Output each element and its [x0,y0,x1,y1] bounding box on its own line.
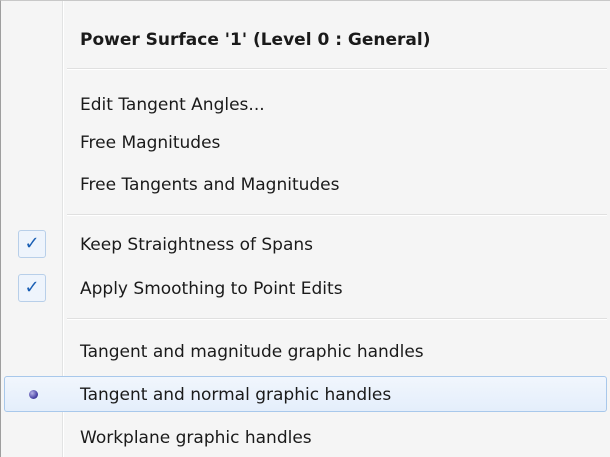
checkmark-icon: ✓ [24,233,40,254]
menu-item-label: Free Magnitudes [80,133,221,153]
menu-item-apply-smoothing-to-point-edits[interactable]: ✓ Apply Smoothing to Point Edits [4,271,607,307]
checkmark-icon: ✓ [24,277,40,298]
menu-separator [67,318,607,320]
menu-item-edit-tangent-angles[interactable]: Edit Tangent Angles... [4,87,607,123]
checkmark-box: ✓ [18,274,46,302]
menu-header-title: Power Surface '1' (Level 0 : General) [80,30,431,50]
menu-item-label: Apply Smoothing to Point Edits [80,279,343,299]
menu-separator [67,214,607,216]
menu-item-free-tangents-and-magnitudes[interactable]: Free Tangents and Magnitudes [4,167,607,203]
checkmark-box: ✓ [18,230,46,258]
menu-item-label: Tangent and magnitude graphic handles [80,342,424,362]
menu-header: Power Surface '1' (Level 0 : General) [4,22,607,58]
menu-item-workplane-graphic-handles[interactable]: Workplane graphic handles [4,420,607,456]
menu-item-label: Free Tangents and Magnitudes [80,175,340,195]
menu-item-tangent-and-magnitude-graphic-handles[interactable]: Tangent and magnitude graphic handles [4,334,607,370]
menu-item-label: Edit Tangent Angles... [80,95,265,115]
menu-item-label: Workplane graphic handles [80,428,312,448]
menu-item-tangent-and-normal-graphic-handles[interactable]: Tangent and normal graphic handles [4,376,607,412]
menu-item-free-magnitudes[interactable]: Free Magnitudes [4,125,607,161]
menu-item-keep-straightness-of-spans[interactable]: ✓ Keep Straightness of Spans [4,227,607,263]
context-menu: Power Surface '1' (Level 0 : General) Ed… [0,0,610,457]
menu-separator [67,68,607,70]
menu-item-label: Tangent and normal graphic handles [80,385,392,405]
menu-item-label: Keep Straightness of Spans [80,235,314,255]
radio-selected-icon [29,390,38,399]
